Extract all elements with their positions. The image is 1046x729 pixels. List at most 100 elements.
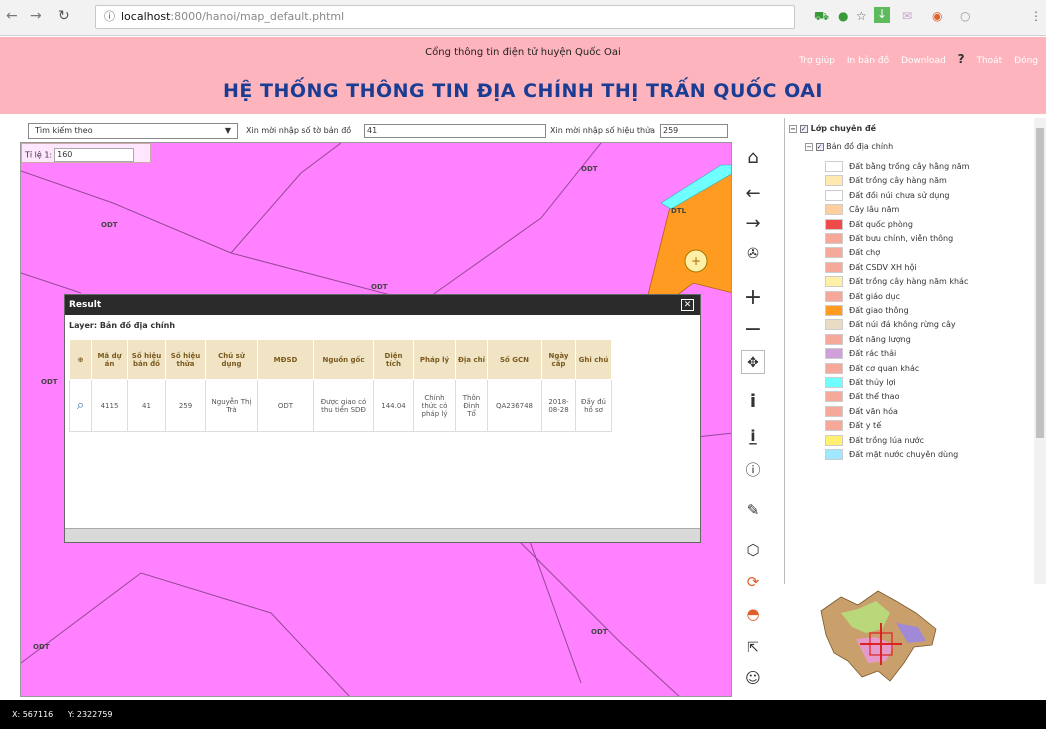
legend-item-label: Đất giáo dục: [849, 291, 900, 301]
legend-swatch: [825, 362, 843, 374]
collapse-icon[interactable]: −: [805, 142, 813, 151]
arrow-right-icon[interactable]: →: [741, 212, 765, 236]
legend-item-label: Đất chợ: [849, 248, 881, 258]
result-title: Result: [65, 295, 700, 315]
reload-icon[interactable]: ↻: [58, 8, 70, 24]
download-link[interactable]: Download: [901, 56, 946, 66]
legend-swatch: [825, 276, 843, 288]
legend-swatch: [825, 189, 843, 201]
parcel-code-label: ODT: [581, 165, 598, 173]
info-icon[interactable]: ⓘ: [104, 10, 115, 23]
column-header: Số hiệu thửa: [165, 339, 206, 380]
close-icon[interactable]: ✕: [681, 299, 694, 311]
column-header: MĐSD: [257, 339, 314, 380]
info-circle-icon[interactable]: ⓘ: [741, 458, 765, 482]
address-bar[interactable]: ⓘ localhost:8000/hanoi/map_default.phtml: [95, 5, 795, 29]
legend-scrollbar[interactable]: [1034, 118, 1046, 584]
layer-label: Layer: Bản đồ địa chính: [69, 321, 176, 330]
legend-item-label: Đất y tế: [849, 421, 882, 431]
y-coordinate: Y: 2322759: [67, 710, 113, 719]
pan-icon[interactable]: ✥: [741, 350, 765, 374]
select-tool-icon[interactable]: ⬡: [741, 538, 765, 562]
legend-root-label: Lớp chuyên đề: [810, 124, 877, 133]
zoom-in-icon[interactable]: +: [741, 286, 765, 310]
search-type-value: Tìm kiếm theo: [35, 126, 93, 135]
legend-item-label: Đất văn hóa: [849, 406, 898, 416]
legend-item-label: Đất thể thao: [849, 392, 900, 402]
dialog-resize-bar[interactable]: [65, 528, 700, 542]
column-header: Ngày cấp: [541, 339, 576, 380]
legend-swatch: [825, 290, 843, 302]
legend-swatch: [825, 405, 843, 417]
column-header: Số hiệu bản đồ: [127, 339, 166, 380]
logout-link[interactable]: Thoát: [976, 56, 1002, 66]
legend-item-label: Đất trồng lúa nước: [849, 435, 924, 445]
forward-icon[interactable]: →: [30, 8, 42, 24]
table-header-row: ⊕ Mã dự án Số hiệu bản đồ Số hiệu thửa C…: [69, 339, 612, 380]
buffer-icon[interactable]: ◓: [741, 602, 765, 626]
question-icon[interactable]: ?: [958, 52, 965, 66]
legend-swatch: [825, 247, 843, 259]
column-header: Ghi chú: [575, 339, 612, 380]
layer-checkbox[interactable]: ✓: [799, 124, 808, 133]
legend-swatch: [825, 161, 843, 172]
parcel-code-label: ODT: [41, 378, 58, 386]
result-dialog[interactable]: Result ✕ Layer: Bản đồ địa chính ⊕ Mã dự…: [64, 294, 701, 543]
x-coordinate: X: 567116: [12, 710, 54, 719]
parcel-input[interactable]: 259: [660, 124, 728, 138]
zoom-to-icon[interactable]: ⌕: [69, 379, 92, 432]
map-sheet-label: Xin mời nhập số tờ bản đồ: [246, 126, 352, 135]
clear-icon[interactable]: ☺: [741, 666, 765, 690]
page-title: HỆ THỐNG THÔNG TIN ĐỊA CHÍNH THỊ TRẤN QU…: [223, 80, 823, 102]
back-icon[interactable]: ←: [6, 8, 18, 24]
parcel-code-label: ODT: [101, 221, 118, 229]
identify-icon[interactable]: i: [741, 390, 765, 414]
table-cell: 2018-08-28: [541, 379, 576, 432]
legend-item-label: Đất thủy lợi: [849, 378, 896, 387]
legend-item-label: Đất trồng cây hàng năm: [849, 176, 947, 186]
collapse-icon[interactable]: −: [789, 124, 797, 133]
chrome-extension-icon[interactable]: ◉: [932, 9, 942, 23]
legend-item-label: Đất năng lượng: [849, 334, 911, 344]
overview-map[interactable]: [786, 583, 956, 697]
scroll-thumb[interactable]: [1036, 128, 1044, 438]
cart-icon[interactable]: ⛟: [814, 9, 829, 25]
legend-swatch: [825, 391, 843, 403]
legend-root[interactable]: − ✓ Lớp chuyên đề: [789, 122, 876, 135]
mail-icon[interactable]: ✉: [902, 9, 912, 23]
overview-district-shape: [820, 590, 937, 682]
layer-checkbox[interactable]: ✓: [815, 142, 824, 151]
profile-icon[interactable]: ○: [960, 9, 970, 23]
close-link[interactable]: Đóng: [1014, 56, 1038, 66]
route-icon[interactable]: ⟳: [741, 570, 765, 594]
star-icon[interactable]: ☆: [856, 9, 867, 23]
legend-swatch: [825, 218, 843, 230]
search-type-select[interactable]: Tìm kiếm theo ▼: [28, 123, 238, 139]
menu-icon[interactable]: ⋮: [1030, 9, 1042, 23]
header-links: Trợ giúp In bản đồ Download ? Thoát Đóng: [790, 52, 1038, 66]
legend-swatch: [825, 377, 843, 388]
full-extent-icon[interactable]: ✇: [741, 242, 765, 266]
legend-swatch: [825, 305, 843, 316]
legend-item-label: Đất bằng trồng cây hằng năm: [849, 162, 970, 171]
help-link[interactable]: Trợ giúp: [799, 56, 835, 66]
scale-input[interactable]: 160: [54, 148, 135, 162]
identify-all-icon[interactable]: i̲: [741, 424, 765, 448]
measure-icon[interactable]: ✎: [741, 498, 765, 522]
column-header-action: ⊕: [69, 339, 92, 380]
print-link[interactable]: In bản đồ: [847, 56, 889, 66]
parcel-label: Xin mời nhập số hiệu thửa: [550, 126, 656, 135]
extension-icon[interactable]: ●: [838, 9, 848, 23]
arrow-left-icon[interactable]: ←: [741, 182, 765, 206]
download-icon[interactable]: ↓: [874, 7, 890, 23]
home-icon[interactable]: ⌂: [741, 146, 765, 170]
pointer-icon[interactable]: ⇱: [741, 636, 765, 660]
legend-group[interactable]: − ✓ Bản đồ địa chính: [805, 140, 893, 153]
zoom-out-icon[interactable]: −: [741, 318, 765, 342]
map-sheet-input[interactable]: 41: [364, 124, 546, 138]
legend-swatch: [825, 333, 843, 345]
legend-swatch: [825, 348, 843, 360]
legend-item-label: Cây lâu năm: [849, 205, 900, 215]
column-header: Pháp lý: [413, 339, 456, 380]
parcel-code-label: ODT: [371, 283, 388, 291]
